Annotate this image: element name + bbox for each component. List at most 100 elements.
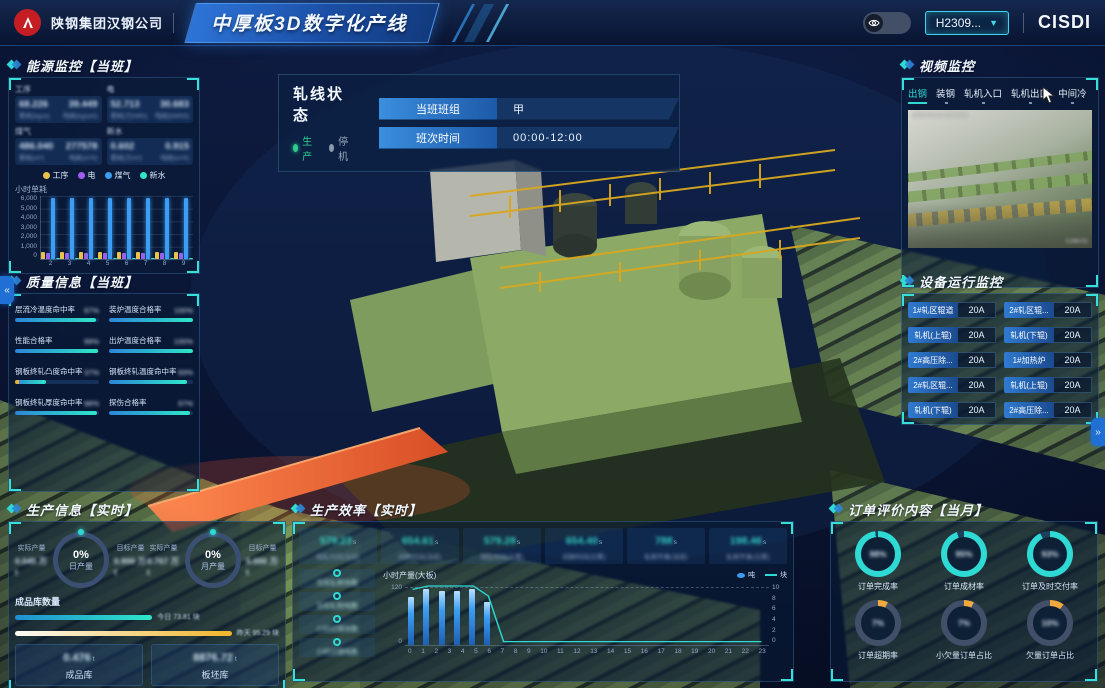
equipment-value: 20A [1054,377,1092,393]
visibility-toggle[interactable] [863,12,911,34]
efficiency-unit: s [517,539,520,546]
top-bar: 陕钢集团汉钢公司 中厚板3D数字化产线 H2309... ▼ CISDI [0,0,1105,46]
video-tab-mill-entry[interactable]: 轧机入口 [964,86,1002,104]
ring-label: 订单完成率 [858,581,898,592]
video-camera-id: CAM-01 [1066,239,1088,245]
camera-select-dropdown[interactable]: H2309... ▼ [925,11,1009,35]
legend-label: 新水 [150,170,166,181]
equipment-value: 20A [958,377,996,393]
equipment-value: 20A [958,352,996,368]
quality-progress-bar [15,380,46,384]
slab-warehouse-card: 8876.72t 板坯库 [151,644,279,686]
inventory-bar-yesterday: 昨天 95.29 块 [15,628,279,638]
quality-item: 探伤合格率97% [109,397,193,415]
inventory-label: 板坯库 [156,668,274,681]
efficiency-card: 654.61s间隙时间(当班) [381,528,459,564]
production-panel-title: 生产信息【实时】 [26,500,138,519]
equipment-label-button[interactable]: 轧机(下辊) [908,402,958,418]
gauge-percent: 0% [73,549,89,561]
legend-label: 生产 [302,133,315,163]
quality-panel: 质量信息【当班】 层流冷温度命中率97% 装炉温度合格率100% 性能合格率99… [8,272,200,492]
video-tab-chugang[interactable]: 出钢 [908,86,927,104]
equipment-item: 2#轧区辊...20A [908,377,996,393]
video-tab-zhuanggang[interactable]: 装钢 [936,86,955,104]
legend-dot [43,172,50,179]
inventory-unit: t [235,656,237,663]
panel-diamond-icon [901,275,913,287]
equipment-item: 2#高压除...20A [908,352,996,368]
gauge-percent: 0% [205,549,221,561]
efficiency-value: 198.46 [730,535,762,547]
energy-unit: 累耗(万m³) [111,152,142,162]
order-metric: 7%订单超期率 [837,600,919,661]
energy-value: 277578 [66,141,98,152]
energy-panel: 能源监控【当班】 工序 68.226累耗(kgce) 39.449吨耗(kgce… [8,56,200,268]
orders-panel: 订单评价内容【当月】 98%订单完成率 95%订单成材率 93%订单及时交付率 … [830,500,1098,682]
equipment-label-button[interactable]: 轧机(下辊) [1004,327,1054,343]
efficiency-label: 间隙时间(日累) [547,551,621,561]
equipment-panel-header: 设备运行监控 [901,272,1099,290]
quality-progress-bar [15,411,97,415]
mini-label: 小时过钢吨数 [316,647,358,657]
efficiency-label: 纯轧时间(当班) [301,551,375,561]
equipment-label-button[interactable]: 2#轧区辊... [908,377,958,393]
equipment-label-button[interactable]: 轧机(上辊) [908,327,958,343]
quality-label: 层流冷温度命中率 [15,304,75,315]
efficiency-mini-card: 当班轧制吨数 [299,592,375,611]
equipment-panel-title: 设备运行监控 [919,272,1003,291]
gauge-name: 月产量 [201,561,225,572]
line-status-body: 轧线状态 生产 停机 当班班组 甲 班次时间 00:00-12:00 [278,74,680,172]
equipment-value: 20A [1054,302,1092,318]
efficiency-value: 579.23 [320,535,352,547]
energy-card: 电 52.713累耗(万kWh) 30.683吨耗(kWh/t) [107,84,194,123]
equipment-label-button[interactable]: 1#加热炉 [1004,352,1054,368]
panel-diamond-icon [901,59,913,71]
panel-collapse-handle-right[interactable]: » [1091,418,1105,446]
page-title: 中厚板3D数字化产线 [211,9,407,36]
donut-ring: 10% [1027,600,1073,646]
quality-progress-bar [109,349,193,353]
equipment-label-button[interactable]: 2#高压除... [1004,402,1054,418]
energy-unit: 吨耗(m³/t) [69,152,98,162]
quality-grid: 层流冷温度命中率97% 装炉温度合格率100% 性能合格率99% 出炉温度合格率… [15,300,193,415]
legend-label: 煤气 [115,170,131,181]
monthly-output-gauge: 实际产量0.767 万t 0%月产量 目标产量5.000 万t [147,532,279,588]
order-metric: 95%订单成材率 [923,531,1005,592]
video-panel-body: 出钢 装钢 轧机入口 轧机出口 中间冷 电动热 2023-09-13 12:06… [901,77,1099,288]
equipment-label-button[interactable]: 轧机(上辊) [1004,377,1054,393]
inventory-bar-today: 今日 73.81 块 [15,612,279,622]
equipment-panel: 设备运行监控 1#轧区辊道20A 2#轧区辊...20A 轧机(上辊)20A 轧… [901,272,1099,416]
energy-unit: 累耗(万kWh) [111,110,148,120]
efficiency-mini-cards: 当班轧制块数 当班轧制吨数 小时过钢块数 小时过钢吨数 [299,569,375,657]
efficiency-mini-card: 当班轧制块数 [299,569,375,588]
efficiency-label: 间隙时间(当班) [383,551,457,561]
badge-label: 当班班组 [379,98,497,120]
quality-value: 37% [84,368,99,377]
quality-label: 钢板终轧凸度命中率 [15,366,83,377]
efficiency-unit: s [763,539,766,546]
donut-ring: 93% [1027,531,1073,577]
quality-item: 性能合格率99% [15,335,99,353]
brand-area: 陕钢集团汉钢公司 中厚板3D数字化产线 [14,3,534,43]
quality-value: 100% [174,337,193,346]
orders-panel-header: 订单评价内容【当月】 [830,500,1098,518]
efficiency-value: 579.28 [484,535,516,547]
donut-ring: 95% [941,531,987,577]
gauge-side-label: 实际产量 [18,543,46,553]
equipment-value: 20A [1054,352,1092,368]
line-status-panel: 轧线状态 生产 停机 当班班组 甲 班次时间 00:00-12:00 [278,74,680,146]
equipment-label-button[interactable]: 2#轧区辊... [1004,302,1054,318]
panel-collapse-handle-left[interactable]: « [0,276,14,304]
efficiency-card: 654.40s间隙时间(日累) [545,528,623,564]
video-tab-intercool[interactable]: 中间冷 [1058,86,1087,104]
cctv-video-frame[interactable]: 2023-09-13 12:06:38 CAM-01 [908,110,1092,248]
energy-card: 工序 68.226累耗(kgce) 39.449吨耗(kgce/t) [15,84,102,123]
quality-progress-bar [109,411,190,415]
equipment-label-button[interactable]: 2#高压除... [908,352,958,368]
production-status-dot [293,144,298,152]
inventory-section-label: 成品库数量 [15,595,279,608]
equipment-label-button[interactable]: 1#轧区辊道 [908,302,958,318]
inventory-cards: 0.476t 成品库 8876.72t 板坯库 [15,644,279,686]
ring-value: 7% [855,600,901,646]
panel-diamond-icon [8,59,20,71]
